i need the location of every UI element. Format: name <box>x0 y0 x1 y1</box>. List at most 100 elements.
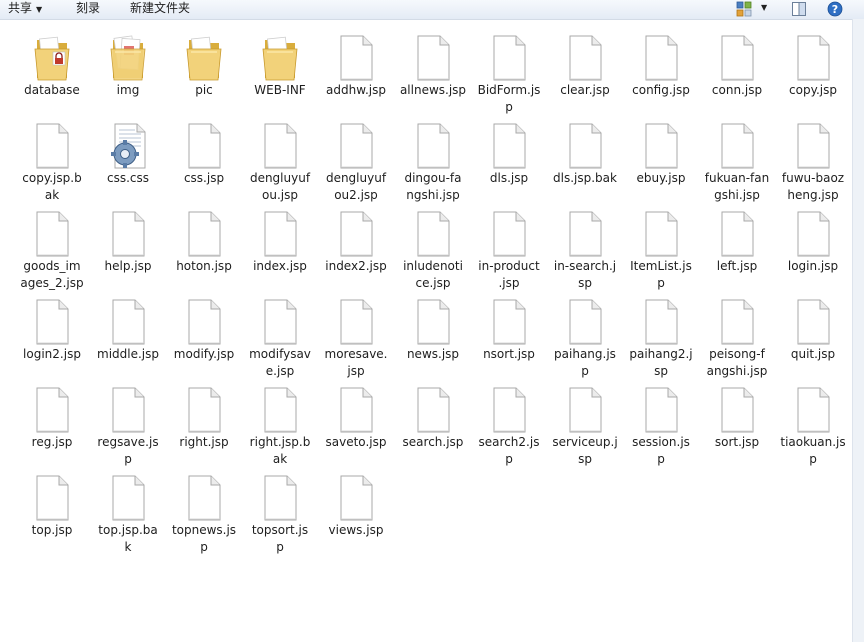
folder-icon <box>109 34 147 82</box>
document-icon <box>794 298 832 346</box>
document-icon <box>718 34 756 82</box>
file-name-label: index2.jsp <box>325 259 387 273</box>
file-name-label: top.jsp.ba k <box>98 523 158 554</box>
document-icon <box>261 386 299 434</box>
file-name-label: moresave. jsp <box>324 347 388 378</box>
file-name-label: search2.js p <box>478 435 540 466</box>
file-name-label: addhw.jsp <box>326 83 386 97</box>
file-name-label: nsort.jsp <box>483 347 535 361</box>
document-icon <box>566 122 604 170</box>
document-icon <box>261 210 299 258</box>
document-icon <box>718 298 756 346</box>
file-name-label: img <box>116 83 140 97</box>
file-name-label: inludenoti ce.jsp <box>403 259 463 290</box>
document-icon <box>337 122 375 170</box>
file-name-label: paihang2.j sp <box>629 347 693 378</box>
file-name-label: pic <box>195 83 213 97</box>
document-icon <box>566 386 604 434</box>
burn-label: 刻录 <box>76 1 101 15</box>
file-name-label: right.jsp <box>179 435 229 449</box>
file-name-label: serviceup.j sp <box>552 435 618 466</box>
file-name-label: dengluyuf ou2.jsp <box>325 171 387 202</box>
file-name-label: allnews.jsp <box>399 83 467 97</box>
file-name-label: dengluyuf ou.jsp <box>249 171 311 202</box>
document-icon <box>794 210 832 258</box>
file-name-label: copy.jsp <box>789 83 837 97</box>
document-icon <box>33 210 71 258</box>
document-icon <box>109 210 147 258</box>
file-name-label: login.jsp <box>787 259 839 273</box>
file-name-label: BidForm.js p <box>477 83 541 114</box>
new-folder-button[interactable]: 新建文件夹 <box>130 0 190 18</box>
document-icon <box>337 298 375 346</box>
file-name-label: WEB-INF <box>254 83 306 97</box>
help-icon[interactable]: ? <box>826 1 844 17</box>
document-icon <box>794 122 832 170</box>
document-icon <box>337 210 375 258</box>
file-name-label: css.jsp <box>183 171 225 185</box>
document-icon <box>718 122 756 170</box>
file-name-label: saveto.jsp <box>325 435 387 449</box>
document-icon <box>185 386 223 434</box>
file-name-label: sort.jsp <box>714 435 760 449</box>
file-name-label: top.jsp <box>31 523 73 537</box>
document-icon <box>718 210 756 258</box>
file-name-label: fuwu-baoz heng.jsp <box>781 171 845 202</box>
document-icon <box>109 474 147 522</box>
command-bar: 共享 ▼ 刻录 新建文件夹 ▼ ? <box>0 0 864 20</box>
burn-button[interactable]: 刻录 <box>76 0 100 18</box>
view-options-chevron-icon[interactable]: ▼ <box>761 1 767 15</box>
file-name-label: in-product .jsp <box>478 259 540 290</box>
folder-icon <box>33 34 71 82</box>
document-icon <box>185 210 223 258</box>
preview-pane-icon[interactable] <box>790 1 808 17</box>
document-icon <box>490 298 528 346</box>
document-icon <box>261 122 299 170</box>
file-name-label: topnews.js p <box>171 523 237 554</box>
document-icon <box>490 386 528 434</box>
file-name-label: fukuan-fan gshi.jsp <box>704 171 770 202</box>
scrollbar-track[interactable] <box>852 19 864 642</box>
document-icon <box>33 298 71 346</box>
file-name-label: regsave.js p <box>97 435 159 466</box>
document-icon <box>414 298 452 346</box>
file-name-label: left.jsp <box>716 259 758 273</box>
document-icon <box>185 122 223 170</box>
file-name-label: ItemList.js p <box>630 259 692 290</box>
share-menu[interactable]: 共享 ▼ <box>8 0 42 18</box>
file-name-label: views.jsp <box>328 523 384 537</box>
folder-icon <box>261 34 299 82</box>
document-icon <box>261 298 299 346</box>
file-name-label: conn.jsp <box>711 83 763 97</box>
document-icon <box>414 210 452 258</box>
document-icon <box>642 34 680 82</box>
file-name-label: help.jsp <box>104 259 152 273</box>
document-icon <box>642 210 680 258</box>
document-icon <box>261 474 299 522</box>
document-icon <box>566 34 604 82</box>
file-name-label: config.jsp <box>632 83 690 97</box>
file-name-label: dls.jsp.bak <box>553 171 617 185</box>
file-name-label: modify.jsp <box>173 347 235 361</box>
file-name-label: quit.jsp <box>790 347 836 361</box>
file-name-label: right.jsp.b ak <box>249 435 311 466</box>
css-file-icon <box>109 122 147 170</box>
file-name-label: goods_im ages_2.jsp <box>20 259 84 290</box>
file-name-label: database <box>24 83 80 97</box>
document-icon <box>566 210 604 258</box>
change-view-icon[interactable] <box>736 1 754 17</box>
document-icon <box>490 210 528 258</box>
document-icon <box>109 386 147 434</box>
document-icon <box>337 474 375 522</box>
file-name-label: login2.jsp <box>23 347 81 361</box>
file-name-label: dingou-fa ngshi.jsp <box>404 171 462 202</box>
document-icon <box>414 122 452 170</box>
document-icon <box>33 122 71 170</box>
document-icon <box>33 386 71 434</box>
file-name-label: topsort.js p <box>251 523 309 554</box>
document-icon <box>490 122 528 170</box>
file-name-label: news.jsp <box>406 347 460 361</box>
document-icon <box>33 474 71 522</box>
file-name-label: clear.jsp <box>560 83 610 97</box>
document-icon <box>414 34 452 82</box>
